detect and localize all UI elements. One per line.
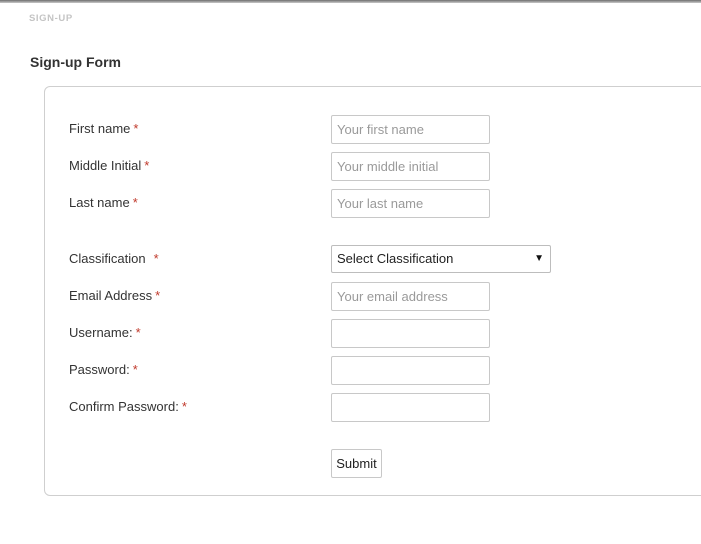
required-marker: * [132,195,138,210]
required-marker: * [153,251,159,266]
top-border [0,0,701,3]
password-label-text: Password: [69,362,130,377]
confirm-password-input[interactable] [331,393,490,422]
last-name-label-text: Last name [69,195,130,210]
classification-select[interactable]: Select Classification ▼ [331,245,551,273]
password-label: Password: * [69,362,138,378]
email-input[interactable] [331,282,490,311]
password-input[interactable] [331,356,490,385]
username-input[interactable] [331,319,490,348]
classification-selected-value: Select Classification [337,251,454,266]
first-name-label: First name * [69,121,138,137]
middle-initial-label-text: Middle Initial [69,158,142,173]
required-marker: * [155,288,161,303]
middle-initial-input[interactable] [331,152,490,181]
breadcrumb: SIGN-UP [29,13,73,24]
required-marker: * [132,362,138,377]
last-name-label: Last name * [69,195,138,211]
page-title: Sign-up Form [30,54,121,70]
confirm-password-label: Confirm Password: * [69,399,187,415]
first-name-label-text: First name [69,121,131,136]
username-label-text: Username: [69,325,133,340]
confirm-password-label-text: Confirm Password: [69,399,179,414]
classification-label: Classification * [69,251,159,267]
required-marker: * [181,399,187,414]
email-label-text: Email Address [69,288,153,303]
required-marker: * [144,158,150,173]
first-name-input[interactable] [331,115,490,144]
chevron-down-icon[interactable]: ▼ [534,246,544,272]
middle-initial-label: Middle Initial * [69,158,149,174]
email-label: Email Address * [69,288,160,304]
username-label: Username: * [69,325,141,341]
last-name-input[interactable] [331,189,490,218]
required-marker: * [135,325,141,340]
required-marker: * [133,121,139,136]
submit-button[interactable]: Submit [331,449,382,478]
classification-label-text: Classification [69,251,146,266]
